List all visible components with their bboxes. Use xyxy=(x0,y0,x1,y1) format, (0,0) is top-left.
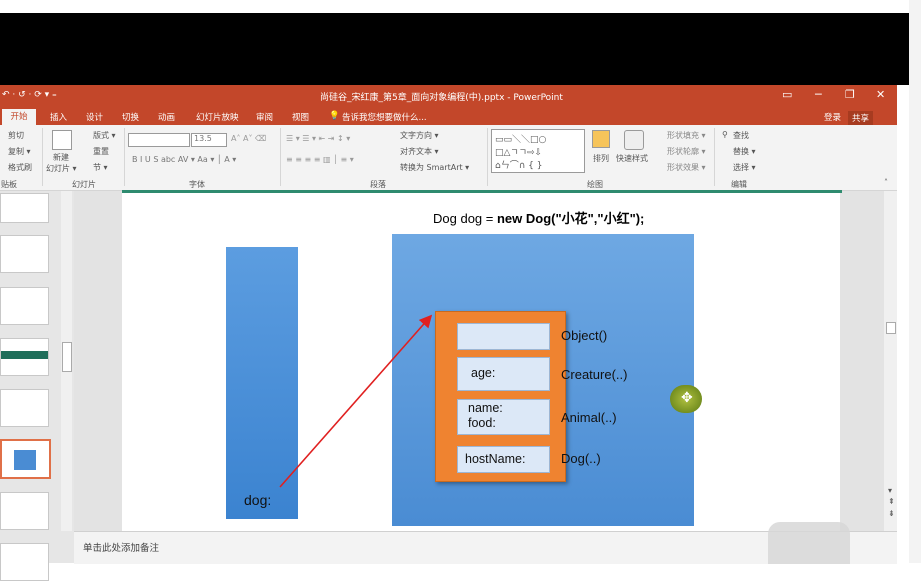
video-watermark-logo xyxy=(768,522,850,564)
arrow-line xyxy=(279,314,433,488)
move-cursor-icon: ✥ xyxy=(681,390,693,406)
reference-arrow xyxy=(279,314,433,488)
notes-placeholder: 单击此处添加备注 xyxy=(83,543,160,554)
mouse-cursor-highlight: ✥ xyxy=(670,385,702,413)
